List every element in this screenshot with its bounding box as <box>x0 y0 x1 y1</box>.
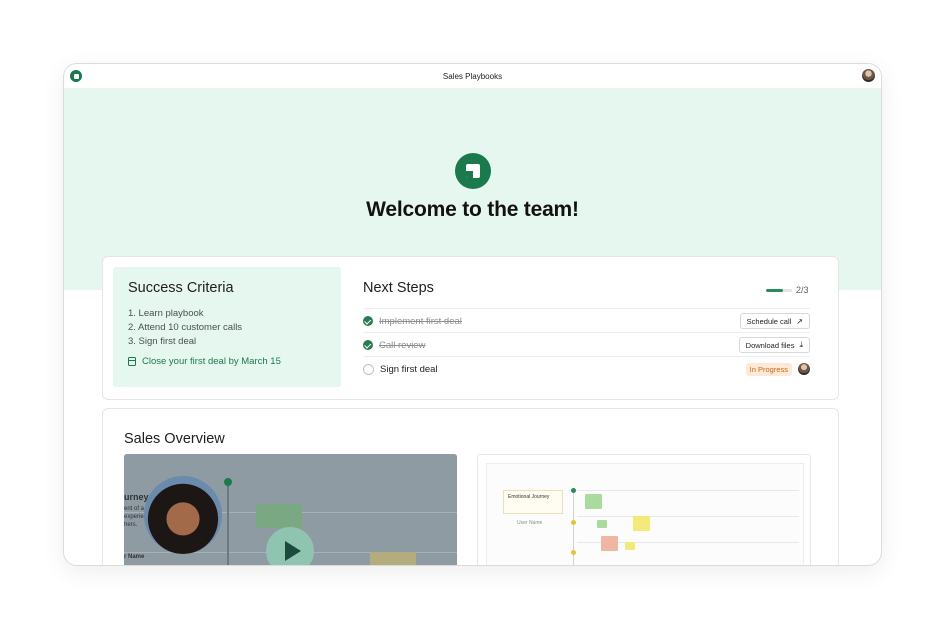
whiteboard-thumbnail[interactable]: Emotional Journey User Name <box>477 454 811 565</box>
step-label: Implement first deal <box>379 315 462 327</box>
board-dot-icon <box>571 520 576 525</box>
sales-overview-card: Sales Overview urney ent of a cu experie… <box>102 408 839 565</box>
calendar-icon <box>128 357 136 366</box>
sticky-note <box>585 494 602 509</box>
video-text-footer: r Name <box>124 554 145 560</box>
step-row[interactable]: Sign first deal In Progress <box>363 356 810 381</box>
title-bar: Sales Playbooks <box>64 64 881 88</box>
step-row[interactable]: Call review Download files ⤓ <box>363 332 810 357</box>
deadline-text: Close your first deal by March 15 <box>142 356 281 367</box>
brand-logo-icon <box>455 153 491 189</box>
download-files-button[interactable]: Download files ⤓ <box>738 337 810 353</box>
next-steps-title: Next Steps <box>363 280 434 296</box>
download-icon: ⤓ <box>799 340 803 349</box>
board-card: Emotional Journey <box>503 490 563 514</box>
progress-fill <box>766 288 784 292</box>
step-row[interactable]: Implement first deal Schedule call ↗ <box>363 308 810 333</box>
deadline: Close your first deal by March 15 <box>128 356 281 367</box>
step-label: Sign first deal <box>380 363 438 375</box>
steps-progress: 2/3 <box>766 285 809 295</box>
criteria-list: 1. Learn playbook 2. Attend 10 customer … <box>128 307 242 349</box>
progress-track <box>766 288 792 292</box>
user-avatar[interactable] <box>862 69 875 82</box>
whiteboard-canvas: Emotional Journey User Name <box>486 463 804 565</box>
step-label: Call review <box>379 339 426 351</box>
video-thumbnail[interactable]: urney ent of a cu experience hers. r Nam… <box>124 454 457 565</box>
sticky-note <box>597 520 607 528</box>
sticky-note <box>633 516 650 531</box>
board-gridline <box>577 490 799 491</box>
check-icon[interactable] <box>363 316 373 326</box>
page-title: Welcome to the team! <box>366 198 579 221</box>
arrow-up-right-icon: ↗ <box>796 316 803 326</box>
window-title: Sales Playbooks <box>442 71 503 81</box>
presenter-image <box>144 476 222 554</box>
schedule-call-label: Schedule call <box>746 316 792 326</box>
video-text-line: hers. <box>124 522 138 528</box>
board-dot-icon <box>571 550 576 555</box>
timeline-dot-icon <box>224 478 232 486</box>
sticky-note <box>601 536 618 551</box>
sales-overview-title: Sales Overview <box>124 431 225 447</box>
app-window: Sales Playbooks Welcome to the team! Suc… <box>63 63 882 566</box>
success-criteria-title: Success Criteria <box>128 280 234 296</box>
video-sticky-note <box>370 552 416 565</box>
schedule-call-button[interactable]: Schedule call ↗ <box>739 313 810 329</box>
assignee-avatar[interactable] <box>798 363 810 375</box>
empty-circle-icon[interactable] <box>363 363 374 375</box>
board-gridline <box>577 516 799 517</box>
status-badge: In Progress <box>745 362 792 376</box>
check-icon[interactable] <box>363 340 373 350</box>
progress-text: 2/3 <box>796 285 809 295</box>
criteria-item: 2. Attend 10 customer calls <box>128 322 243 333</box>
criteria-item: 3. Sign first deal <box>128 336 197 347</box>
sticky-note <box>625 542 635 550</box>
video-timeline <box>227 484 229 565</box>
video-sticky-note <box>256 504 302 528</box>
onboarding-card: Success Criteria 1. Learn playbook 2. At… <box>102 256 839 400</box>
criteria-item: 1. Learn playbook <box>128 308 204 319</box>
app-logo-icon[interactable] <box>70 70 82 82</box>
download-files-label: Download files <box>745 340 795 350</box>
board-dot-icon <box>571 488 576 493</box>
success-criteria-panel: Success Criteria 1. Learn playbook 2. At… <box>113 267 341 387</box>
video-heading: urney <box>124 492 149 502</box>
board-col-label: User Name <box>517 520 543 526</box>
board-card-title: Emotional Journey <box>508 494 550 500</box>
